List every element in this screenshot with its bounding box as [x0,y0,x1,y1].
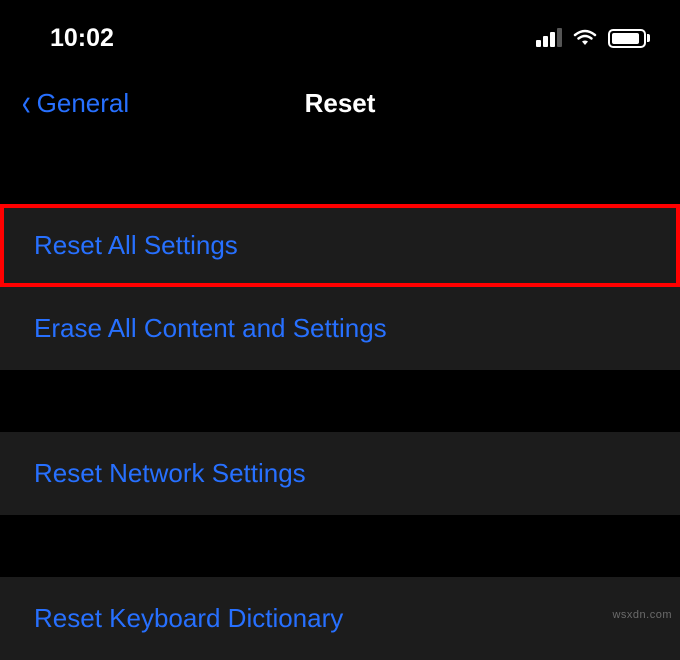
status-bar: 10:02 [0,0,680,58]
status-time: 10:02 [50,24,114,53]
reset-group-2: Reset Network Settings [0,432,680,515]
wifi-icon [572,28,598,48]
section-gap [0,370,680,432]
section-gap [0,148,680,204]
battery-icon [608,29,650,48]
reset-all-settings-item[interactable]: Reset All Settings [0,204,680,287]
erase-all-content-item[interactable]: Erase All Content and Settings [0,287,680,370]
watermark: wsxdn.com [612,609,672,621]
chevron-left-icon: ‹ [22,84,31,122]
reset-keyboard-dictionary-item[interactable]: Reset Keyboard Dictionary [0,577,680,660]
status-icons [536,28,650,48]
cellular-signal-icon [536,29,562,47]
reset-network-settings-item[interactable]: Reset Network Settings [0,432,680,515]
section-gap [0,515,680,577]
back-button[interactable]: ‹ General [20,84,129,122]
nav-bar: ‹ General Reset [0,58,680,148]
reset-group-1: Reset All Settings Erase All Content and… [0,204,680,370]
reset-group-3: Reset Keyboard Dictionary [0,577,680,660]
back-label: General [37,88,130,119]
